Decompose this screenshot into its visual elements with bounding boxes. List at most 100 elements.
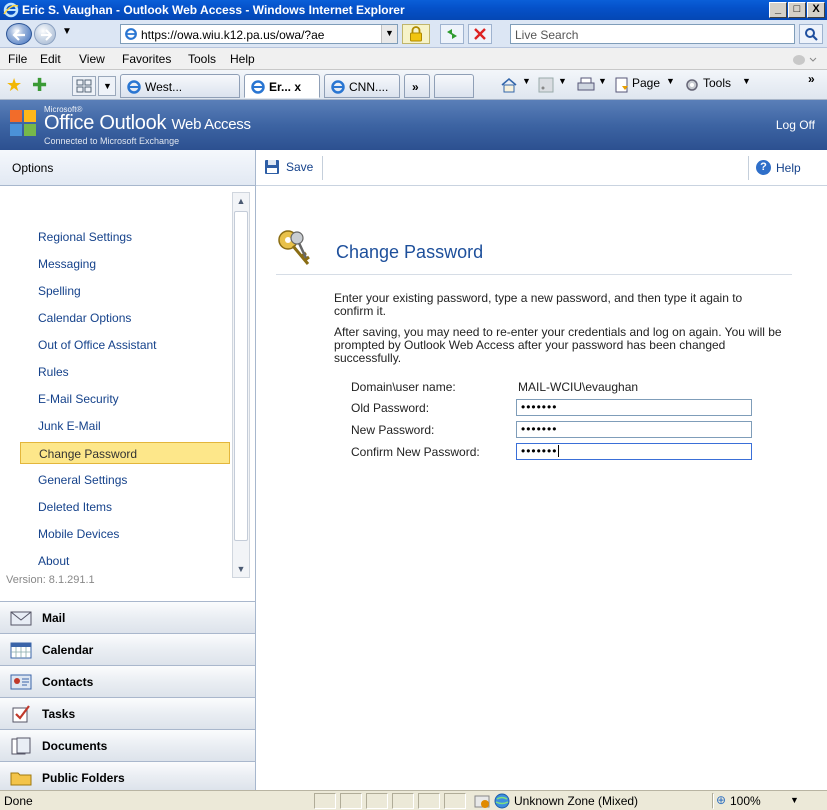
protected-mode-icon[interactable] — [474, 793, 490, 809]
search-button[interactable] — [799, 24, 823, 44]
feeds-dropdown-icon[interactable]: ▼ — [558, 76, 567, 86]
option-mobile-devices[interactable]: Mobile Devices — [20, 523, 230, 545]
old-password-field[interactable]: ••••••• — [516, 399, 752, 416]
zoom-dropdown-icon[interactable]: ▼ — [790, 795, 799, 805]
history-dropdown-icon[interactable]: ▼ — [62, 26, 72, 37]
menu-edit[interactable]: Edit — [40, 52, 61, 66]
tab-eric-active[interactable]: Er... x — [244, 74, 320, 98]
page-ie-icon — [125, 28, 137, 40]
options-pane: Regional Settings Messaging Spelling Cal… — [0, 186, 256, 601]
save-disk-icon — [265, 160, 279, 174]
status-text: Done — [4, 794, 33, 808]
options-scrollbar[interactable]: ▲ ▼ — [232, 192, 250, 578]
status-divider — [712, 793, 714, 809]
option-junk-email[interactable]: Junk E-Mail — [20, 415, 230, 437]
option-email-security[interactable]: E-Mail Security — [20, 388, 230, 410]
back-button[interactable] — [6, 23, 32, 45]
option-change-password[interactable]: Change Password — [20, 442, 230, 464]
tools-menu-button[interactable]: Tools — [703, 76, 731, 90]
options-header-label: Options — [12, 161, 54, 175]
status-cell — [366, 793, 388, 809]
option-spelling[interactable]: Spelling — [20, 280, 230, 302]
security-lock-icon[interactable] — [402, 24, 430, 44]
tab-list-dropdown-icon[interactable]: ▼ — [98, 76, 116, 96]
stop-button[interactable] — [468, 24, 492, 44]
new-tab-button[interactable] — [434, 74, 474, 98]
feeds-icon[interactable] — [538, 77, 554, 93]
status-cell — [392, 793, 414, 809]
menu-file[interactable]: File — [8, 52, 27, 66]
back-arrow-icon — [12, 29, 25, 41]
address-url[interactable]: https://owa.wiu.k12.pa.us/owa/?ae — [141, 28, 376, 42]
maximize-button[interactable]: □ — [788, 2, 806, 18]
scroll-up-icon[interactable]: ▲ — [233, 193, 249, 209]
menu-view[interactable]: View — [79, 52, 105, 66]
option-out-of-office[interactable]: Out of Office Assistant — [20, 334, 230, 356]
option-calendar-options[interactable]: Calendar Options — [20, 307, 230, 329]
menu-tools[interactable]: Tools — [188, 52, 216, 66]
menu-favorites[interactable]: Favorites — [122, 52, 171, 66]
option-messaging[interactable]: Messaging — [20, 253, 230, 275]
nav-mail[interactable]: Mail — [0, 601, 256, 633]
home-dropdown-icon[interactable]: ▼ — [522, 76, 531, 86]
option-rules[interactable]: Rules — [20, 361, 230, 383]
stop-icon — [474, 28, 486, 40]
tab-west[interactable]: West... — [120, 74, 240, 98]
print-dropdown-icon[interactable]: ▼ — [598, 76, 607, 86]
page-menu-button[interactable]: Page — [632, 76, 660, 90]
nav-tasks[interactable]: Tasks — [0, 697, 256, 729]
window-title: Eric S. Vaughan - Outlook Web Access - W… — [22, 3, 405, 17]
scroll-down-icon[interactable]: ▼ — [233, 561, 249, 577]
minimize-button[interactable]: _ — [769, 2, 787, 18]
window-title-bar: Eric S. Vaughan - Outlook Web Access - W… — [0, 0, 827, 20]
option-deleted-items[interactable]: Deleted Items — [20, 496, 230, 518]
quick-tabs-button[interactable] — [72, 76, 96, 96]
forward-button[interactable] — [34, 23, 56, 45]
gear-icon — [686, 79, 698, 91]
nav-public-folders[interactable]: Public Folders — [0, 761, 256, 790]
tools-dropdown-icon[interactable]: ▼ — [742, 76, 751, 86]
title-divider — [276, 274, 792, 275]
tab-label: CNN.... — [349, 80, 389, 94]
print-icon[interactable] — [576, 77, 596, 93]
more-tabs-button[interactable]: » — [404, 74, 430, 98]
option-about[interactable]: About — [20, 550, 230, 572]
help-label: Help — [776, 161, 801, 175]
close-window-button[interactable]: X — [807, 2, 825, 18]
scroll-thumb[interactable] — [234, 211, 248, 541]
address-dropdown-icon[interactable]: ▼ — [381, 25, 397, 43]
tab-bar: ★ ✚ ▼ West... Er... x CNN.... » ▼ ▼ ▼ Pa… — [0, 70, 827, 100]
confirm-password-field[interactable]: ••••••• — [516, 443, 752, 460]
nav-documents[interactable]: Documents — [0, 729, 256, 761]
log-off-link[interactable]: Log Off — [776, 118, 815, 132]
nav-calendar[interactable]: Calendar — [0, 633, 256, 665]
page-title: Change Password — [336, 242, 484, 262]
new-password-field[interactable]: ••••••• — [516, 421, 752, 438]
new-password-label: New Password: — [351, 423, 435, 437]
address-bar[interactable]: https://owa.wiu.k12.pa.us/owa/?ae ▼ — [120, 24, 398, 44]
intro-text: Enter your existing password, type a new… — [334, 291, 743, 318]
add-favorite-icon[interactable]: ✚ — [32, 75, 47, 96]
home-icon[interactable] — [500, 77, 522, 93]
chevron-more-icon[interactable]: » — [808, 72, 815, 86]
save-label: Save — [286, 160, 314, 174]
security-zone[interactable]: Unknown Zone (Mixed) — [514, 794, 638, 808]
nav-contacts[interactable]: Contacts — [0, 665, 256, 697]
option-regional-settings[interactable]: Regional Settings — [20, 226, 230, 248]
toolbar-divider — [748, 156, 749, 180]
live-search-input[interactable]: Live Search — [510, 24, 795, 44]
menu-help[interactable]: Help — [230, 52, 255, 66]
search-placeholder: Live Search — [515, 28, 579, 42]
forward-arrow-icon — [41, 29, 52, 41]
tab-cnn[interactable]: CNN.... — [324, 74, 400, 98]
page-dropdown-icon[interactable]: ▼ — [666, 76, 675, 86]
globe-icon — [494, 793, 510, 809]
confirm-password-label: Confirm New Password: — [351, 445, 480, 459]
keys-icon — [278, 230, 310, 265]
zoom-level[interactable]: 100% — [730, 794, 761, 808]
toolbar-divider — [322, 156, 323, 180]
favorites-star-icon[interactable]: ★ — [6, 75, 22, 96]
refresh-button[interactable] — [440, 24, 464, 44]
option-general-settings[interactable]: General Settings — [20, 469, 230, 491]
version-label: Version: 8.1.291.1 — [6, 574, 95, 586]
